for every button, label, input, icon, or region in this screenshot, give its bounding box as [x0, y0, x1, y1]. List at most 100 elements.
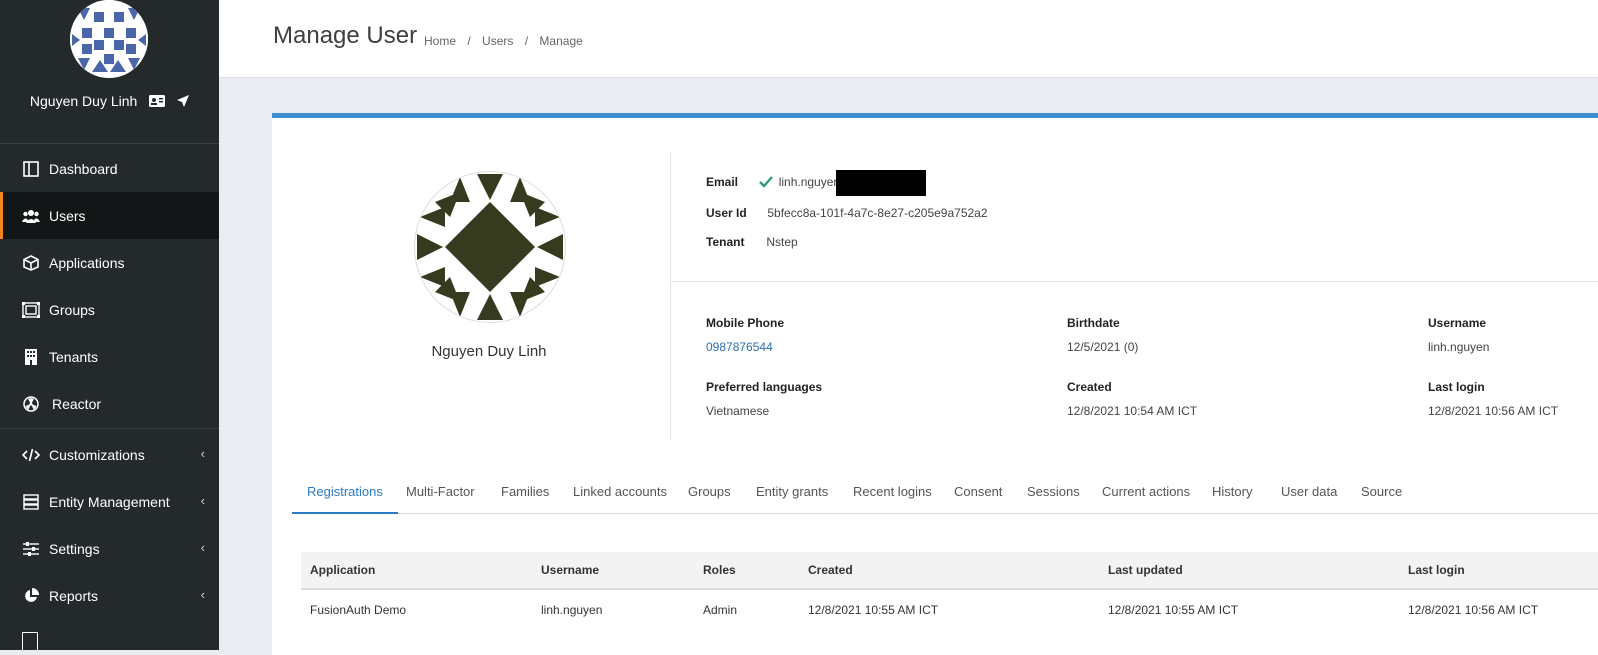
- preferred-languages-label: Preferred languages: [706, 380, 823, 394]
- cell-created: 12/8/2021 10:55 AM ICT: [808, 603, 939, 617]
- tab-groups[interactable]: Groups: [688, 473, 731, 512]
- table-row[interactable]: FusionAuth Demo linh.nguyen Admin 12/8/2…: [301, 590, 1598, 630]
- column-header-username: Username: [541, 563, 600, 577]
- tab-registrations[interactable]: Registrations: [292, 473, 398, 514]
- user-avatar[interactable]: [70, 0, 148, 78]
- reactor-icon: [22, 395, 40, 413]
- vertical-divider: [670, 151, 671, 440]
- sidebar-divider: [0, 428, 219, 429]
- sidebar-item-label: Reactor: [52, 395, 102, 412]
- tab-recent-logins[interactable]: Recent logins: [853, 473, 932, 512]
- tab-entity-grants[interactable]: Entity grants: [756, 473, 828, 512]
- user-tabs: Registrations Multi-Factor Families Link…: [292, 473, 1598, 514]
- dashboard-icon: [22, 160, 40, 178]
- building-icon: [22, 348, 40, 366]
- column-header-last-login: Last login: [1408, 563, 1465, 577]
- horizontal-divider: [670, 281, 1598, 282]
- cell-last-login: 12/8/2021 10:56 AM ICT: [1408, 603, 1539, 617]
- verified-check-icon: [759, 175, 775, 191]
- users-icon: [22, 207, 40, 225]
- user-display-name: Nguyen Duy Linh: [431, 343, 547, 360]
- sidebar: Nguyen Duy Linh Dashboard Users Applicat…: [0, 0, 219, 650]
- sidebar-item-users[interactable]: Users: [0, 192, 219, 239]
- sidebar-item-settings[interactable]: Settings ‹: [0, 525, 219, 572]
- sidebar-user-name[interactable]: Nguyen Duy Linh: [30, 93, 137, 109]
- last-login-label: Last login: [1428, 380, 1485, 394]
- groups-icon: [22, 301, 40, 319]
- breadcrumb-separator: /: [467, 34, 471, 48]
- pie-chart-icon: [22, 587, 40, 605]
- breadcrumb-home[interactable]: Home: [424, 34, 456, 48]
- username-value: linh.nguyen: [1428, 340, 1490, 354]
- sidebar-item-reports[interactable]: Reports ‹: [0, 572, 219, 619]
- sidebar-item-entity-management[interactable]: Entity Management ‹: [0, 478, 219, 525]
- cell-roles: Admin: [703, 603, 738, 617]
- sidebar-item-tenants[interactable]: Tenants: [0, 333, 219, 380]
- cube-icon: [22, 254, 40, 272]
- page-title: Manage User: [273, 22, 418, 49]
- created-label: Created: [1067, 380, 1112, 394]
- tenant-value: Nstep: [766, 235, 798, 249]
- tab-multi-factor[interactable]: Multi-Factor: [406, 473, 475, 512]
- tenant-label: Tenant: [706, 235, 745, 249]
- id-card-icon[interactable]: [149, 94, 166, 110]
- column-header-application: Application: [310, 563, 376, 577]
- sidebar-item-reactor[interactable]: Reactor: [0, 380, 219, 427]
- breadcrumb-separator: /: [524, 34, 529, 48]
- breadcrumb-users[interactable]: Users: [482, 34, 513, 48]
- breadcrumb: Home / Users / Manage: [424, 34, 589, 48]
- email-value[interactable]: linh.nguyen: [779, 175, 840, 189]
- column-header-last-updated: Last updated: [1108, 563, 1183, 577]
- cell-last-updated: 12/8/2021 10:55 AM ICT: [1108, 603, 1239, 617]
- chevron-left-icon: ‹: [200, 587, 205, 602]
- sidebar-item-label: Applications: [49, 254, 125, 271]
- sidebar-divider: [0, 143, 219, 144]
- user-id-label: User Id: [706, 206, 747, 220]
- sidebar-item-customizations[interactable]: Customizations ‹: [0, 431, 219, 478]
- code-icon: [22, 446, 40, 464]
- email-row: Email linh.nguyen: [706, 170, 927, 196]
- sidebar-user: Nguyen Duy Linh: [0, 93, 219, 110]
- mobile-phone-label: Mobile Phone: [706, 316, 784, 330]
- tab-history[interactable]: History: [1212, 473, 1252, 512]
- preferred-languages-value: Vietnamese: [706, 404, 770, 418]
- chevron-left-icon: ‹: [200, 446, 205, 461]
- user-panel: Nguyen Duy Linh Email linh.nguyen User I…: [272, 113, 1598, 655]
- user-avatar-large: [414, 171, 566, 323]
- last-login-value: 12/8/2021 10:56 AM ICT: [1428, 404, 1559, 418]
- sidebar-item-label: Reports: [49, 587, 99, 604]
- sidebar-item-label: Settings: [49, 540, 100, 557]
- page-header: Manage User Home / Users / Manage: [219, 0, 1598, 78]
- column-header-created: Created: [808, 563, 853, 577]
- location-arrow-icon[interactable]: [177, 94, 190, 110]
- column-header-roles: Roles: [703, 563, 736, 577]
- breadcrumb-manage: Manage: [539, 34, 583, 48]
- server-icon: [22, 493, 40, 511]
- tab-families[interactable]: Families: [501, 473, 549, 512]
- created-value: 12/8/2021 10:54 AM ICT: [1067, 404, 1198, 418]
- avatar-pattern-icon: [417, 174, 563, 320]
- tab-user-data[interactable]: User data: [1281, 473, 1337, 512]
- avatar-pattern-icon: [70, 0, 148, 78]
- mobile-phone-value[interactable]: 0987876544: [706, 340, 773, 354]
- sidebar-item-label: Dashboard: [49, 160, 118, 177]
- sidebar-item-groups[interactable]: Groups: [0, 286, 219, 333]
- user-id-value: 5bfecc8a-101f-4a7c-8e27-c205e9a752a2: [767, 206, 988, 220]
- tab-consent[interactable]: Consent: [954, 473, 1002, 512]
- tab-current-actions[interactable]: Current actions: [1102, 473, 1190, 512]
- tab-sessions[interactable]: Sessions: [1027, 473, 1080, 512]
- monitor-icon[interactable]: [22, 632, 38, 650]
- sidebar-item-dashboard[interactable]: Dashboard: [0, 145, 219, 192]
- redacted-block: [836, 170, 927, 196]
- sidebar-item-label: Customizations: [49, 446, 145, 463]
- sidebar-item-applications[interactable]: Applications: [0, 239, 219, 286]
- tab-linked-accounts[interactable]: Linked accounts: [573, 473, 667, 512]
- tab-source[interactable]: Source: [1361, 473, 1402, 512]
- username-label: Username: [1428, 316, 1487, 330]
- chevron-left-icon: ‹: [200, 540, 205, 555]
- birthdate-label: Birthdate: [1067, 316, 1120, 330]
- chevron-left-icon: ‹: [200, 493, 205, 508]
- sliders-icon: [22, 540, 40, 558]
- sidebar-item-label: Groups: [49, 301, 95, 318]
- registrations-table-header: Application Username Roles Created Last …: [301, 552, 1598, 590]
